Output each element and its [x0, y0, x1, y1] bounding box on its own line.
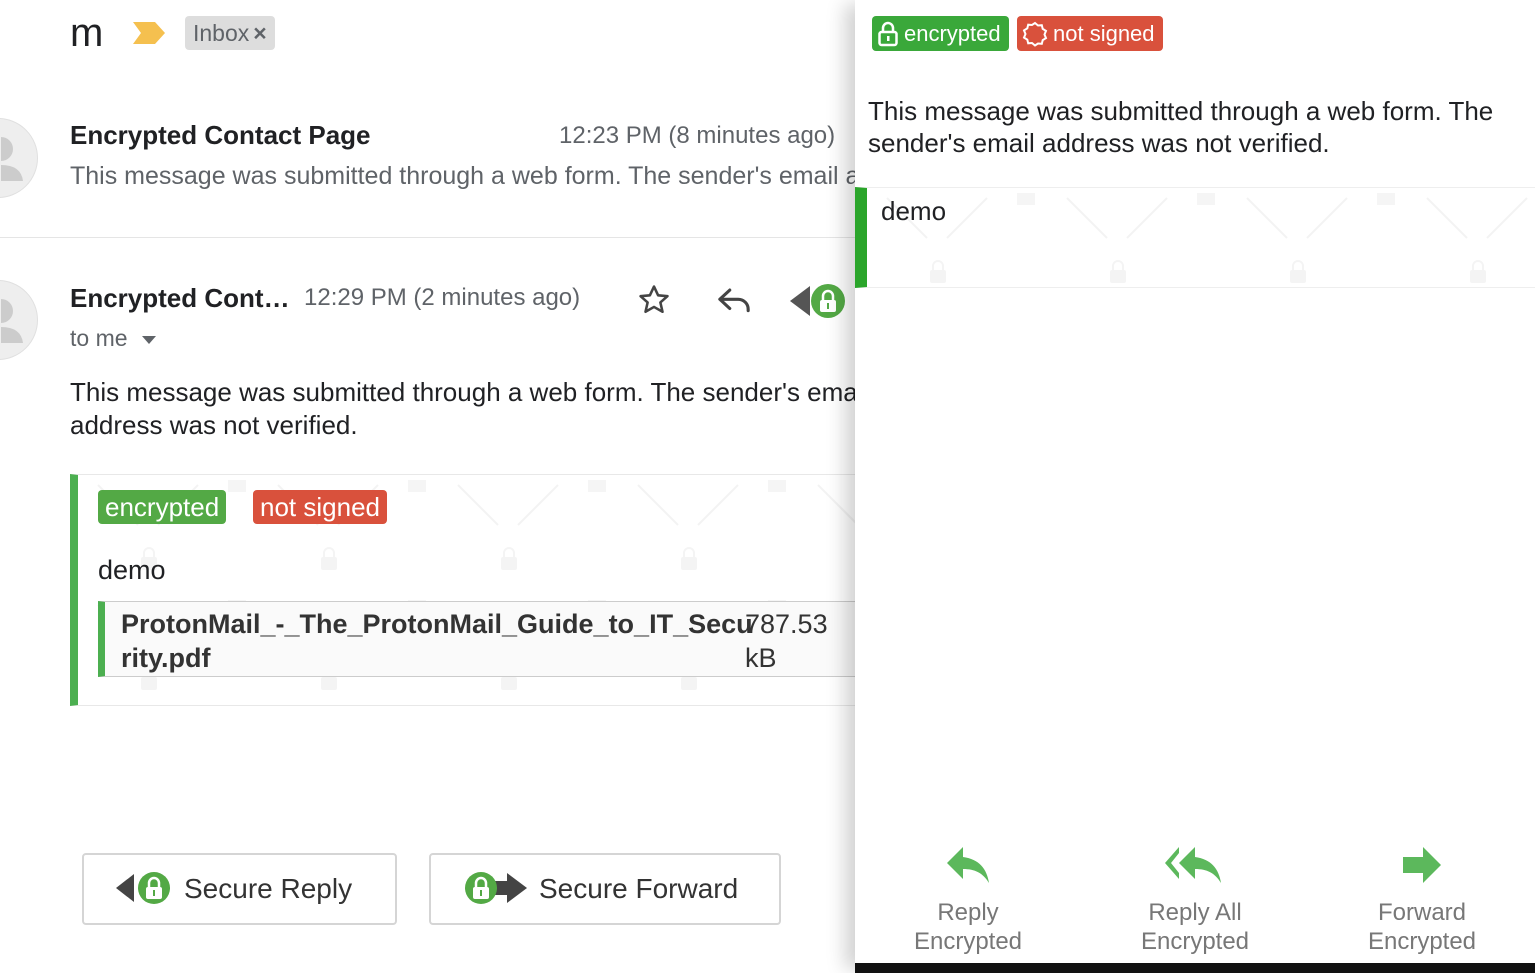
encryption-panel: encrypted not signed This message was su… [855, 0, 1535, 973]
reply-arrow-icon [868, 840, 1068, 890]
importance-marker-icon[interactable] [133, 22, 165, 44]
message-time: 12:23 PM (8 minutes ago) [559, 122, 836, 149]
secure-reply-label: Secure Reply [184, 873, 353, 904]
recipient-details-toggle[interactable]: to me [70, 325, 156, 352]
secure-reply-button[interactable]: Secure Reply [82, 853, 397, 925]
reply-all-encrypted-line2: Encrypted [1140, 928, 1250, 955]
encrypted-badge: encrypted [98, 490, 227, 524]
sender-notice: This message was submitted through a web… [868, 96, 1494, 158]
decrypted-content: demo [98, 555, 166, 585]
secure-forward-label: Secure Forward [539, 873, 739, 904]
decrypted-content: demo [881, 196, 947, 226]
gmail-thread-view: m Inbox × Encrypted Contact Page 12:23 PM… [0, 0, 855, 973]
attachment-size: 787.53 kB [745, 609, 828, 673]
not-signed-badge: not signed [253, 490, 387, 524]
encrypted-badge: encrypted [872, 16, 1009, 51]
label-chip-inbox: Inbox × [185, 16, 275, 50]
message-time: 12:29 PM (2 minutes ago) [304, 284, 581, 311]
secure-reply-lock-icon[interactable] [788, 280, 848, 324]
secure-reply-lock-icon [114, 869, 174, 909]
remove-label-icon[interactable]: × [253, 20, 266, 46]
reply-all-encrypted-button[interactable]: Reply All Encrypted [1095, 840, 1295, 956]
message-sender[interactable]: Encrypted Contact Page [70, 120, 371, 151]
forward-encrypted-line2: Encrypted [1367, 928, 1477, 955]
not-signed-badge: not signed [1017, 16, 1163, 51]
reply-icon[interactable] [714, 280, 754, 320]
secure-forward-lock-icon [461, 869, 529, 909]
encrypted-badge-label: encrypted [904, 21, 1001, 46]
lock-icon [878, 21, 898, 46]
encrypted-content-block: encrypted not signed demo ProtonMail_-_T… [70, 474, 855, 706]
reply-encrypted-button[interactable]: Reply Encrypted [868, 840, 1068, 956]
lock-pattern-background [867, 188, 1535, 287]
attachment-name[interactable]: ProtonMail_-_The_ProtonMail_Guide_to_IT_… [121, 607, 761, 675]
label-chip-text: Inbox [193, 20, 250, 46]
message-sender[interactable]: Encrypted Cont… [70, 283, 290, 314]
reply-all-encrypted-line1: Reply All [1148, 899, 1242, 926]
reply-encrypted-line2: Encrypted [913, 928, 1023, 955]
divider [0, 237, 855, 238]
message-body: This message was submitted through a web… [70, 377, 855, 440]
star-icon[interactable] [634, 280, 674, 320]
recipient-label: to me [70, 325, 128, 351]
attachment-item[interactable]: ProtonMail_-_The_ProtonMail_Guide_to_IT_… [98, 601, 855, 677]
forward-arrow-icon [1322, 840, 1522, 890]
chevron-down-icon [141, 335, 156, 344]
avatar [0, 118, 38, 198]
avatar [0, 280, 38, 360]
decrypted-content-block: demo [855, 187, 1535, 288]
subject-title: m [70, 11, 104, 55]
forward-encrypted-line1: Forward [1377, 899, 1467, 926]
bottom-bar [855, 963, 1535, 973]
message-snippet[interactable]: This message was submitted through a web… [70, 162, 855, 191]
not-signed-badge-label: not signed [1053, 21, 1155, 46]
secure-forward-button[interactable]: Secure Forward [429, 853, 781, 925]
reply-encrypted-line1: Reply [937, 899, 999, 926]
seal-icon [1022, 21, 1048, 47]
reply-all-arrow-icon [1095, 840, 1295, 890]
forward-encrypted-button[interactable]: Forward Encrypted [1322, 840, 1522, 956]
